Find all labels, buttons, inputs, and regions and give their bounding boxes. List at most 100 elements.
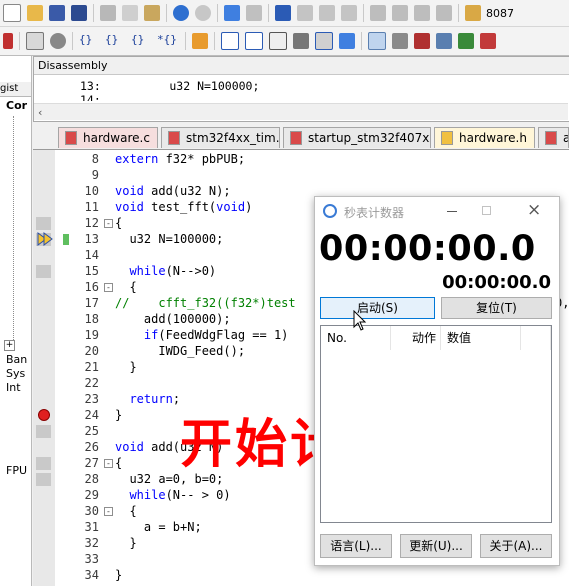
about-button[interactable]: 关于(A)... <box>480 534 552 558</box>
c-file-icon <box>65 131 77 145</box>
code-line: } <box>115 568 123 582</box>
disassembly-line-num: 13: <box>80 79 101 93</box>
line-number: 25 <box>84 424 99 438</box>
find-in-files-icon[interactable] <box>465 5 481 21</box>
line-number: 27 <box>84 456 99 470</box>
bookmark-next-icon[interactable] <box>319 5 335 21</box>
toolbar-separator <box>93 4 94 22</box>
unindent-icon[interactable] <box>392 5 408 21</box>
line-number: 22 <box>84 376 99 390</box>
disassembly-window-icon[interactable] <box>245 32 263 50</box>
step-into-icon[interactable]: {} <box>79 33 99 49</box>
fold-toggle-icon[interactable]: - <box>104 283 113 292</box>
language-button[interactable]: 语言(L)... <box>320 534 392 558</box>
line-number: 10 <box>84 184 99 198</box>
registers-panel: gist Cor + Ban Sys Int FPU <box>0 56 32 586</box>
register-item[interactable]: Ban <box>6 353 27 366</box>
stopwatch-window: 秒表计数器 × 00:00:00.0 00:00:00.0 启动(S) 复位(T… <box>314 196 560 566</box>
tab-hardware-c[interactable]: hardware.c <box>58 127 158 148</box>
paste-icon[interactable] <box>144 5 160 21</box>
tab-label: hardware.c <box>83 131 150 145</box>
scroll-left-icon[interactable]: ‹ <box>38 106 42 119</box>
reset-button[interactable]: 复位(T) <box>441 297 552 319</box>
breakpoint-icon[interactable] <box>38 409 50 421</box>
trace-window-icon[interactable] <box>436 33 452 49</box>
memory-window-icon[interactable] <box>368 32 386 50</box>
h-file-icon <box>441 131 453 145</box>
serial-window-icon[interactable] <box>392 33 408 49</box>
bookmark-clear-icon[interactable] <box>341 5 357 21</box>
stopwatch-titlebar[interactable]: 秒表计数器 × <box>315 197 559 227</box>
run-to-line-icon[interactable]: *{} <box>157 33 179 49</box>
column-header-action[interactable]: 动作 <box>391 326 441 350</box>
redo-icon[interactable] <box>195 5 211 21</box>
toolbar-separator <box>217 4 218 22</box>
nav-forward-icon[interactable] <box>246 5 262 21</box>
cut-icon[interactable] <box>100 5 116 21</box>
registers-window-icon[interactable] <box>293 33 309 49</box>
line-number: 9 <box>91 168 99 182</box>
analysis-window-icon[interactable] <box>414 33 430 49</box>
step-out-icon[interactable]: {} <box>131 33 151 49</box>
gutter-marker <box>36 425 51 438</box>
run-to-cursor-icon[interactable] <box>3 33 13 49</box>
comment-icon[interactable] <box>414 5 430 21</box>
nav-back-icon[interactable] <box>224 5 240 21</box>
stop-icon[interactable] <box>50 33 66 49</box>
register-item[interactable]: FPU <box>6 464 27 477</box>
show-next-statement-icon[interactable] <box>192 33 208 49</box>
tab-startup-s[interactable]: startup_stm32f407xx.s <box>283 127 431 148</box>
register-item[interactable]: Sys <box>6 367 25 380</box>
horizontal-scrollbar[interactable]: ‹ <box>34 103 568 120</box>
watch-window-icon[interactable] <box>339 33 355 49</box>
call-stack-icon[interactable] <box>315 32 333 50</box>
code-line: { <box>115 504 137 518</box>
tab-more[interactable]: a <box>538 127 569 148</box>
fold-toggle-icon[interactable]: - <box>104 507 113 516</box>
line-number: 28 <box>84 472 99 486</box>
line-number: 24 <box>84 408 99 422</box>
breakpoint-gutter[interactable] <box>33 150 55 586</box>
update-button[interactable]: 更新(U)... <box>400 534 472 558</box>
start-button[interactable]: 启动(S) <box>320 297 435 319</box>
register-item[interactable]: Int <box>6 381 21 394</box>
gutter-marker <box>36 265 51 278</box>
close-icon[interactable]: × <box>527 200 541 220</box>
step-over-icon[interactable]: {} <box>105 33 125 49</box>
copy-icon[interactable] <box>122 5 138 21</box>
code-line: extern f32* pbPUB; <box>115 152 246 166</box>
expand-plus-icon[interactable]: + <box>4 340 15 351</box>
disassembly-window: Disassembly 13: u32 N=100000; 14: ‹ <box>33 56 569 122</box>
bookmark-icon[interactable] <box>275 5 291 21</box>
fold-toggle-icon[interactable]: - <box>104 219 113 228</box>
line-number: 14 <box>84 248 99 262</box>
line-number: 13 <box>84 232 99 246</box>
fold-toggle-icon[interactable]: - <box>104 459 113 468</box>
save-icon[interactable] <box>49 5 65 21</box>
indent-icon[interactable] <box>370 5 386 21</box>
open-folder-icon[interactable] <box>27 5 43 21</box>
lap-list[interactable]: No. 动作 数值 <box>320 325 552 523</box>
column-header-value[interactable]: 数值 <box>441 326 521 350</box>
uncomment-icon[interactable] <box>436 5 452 21</box>
system-viewer-icon[interactable] <box>458 33 474 49</box>
tab-hardware-h[interactable]: hardware.h <box>434 127 535 148</box>
lap-timer-display: 00:00:00.0 <box>442 272 551 293</box>
symbols-window-icon[interactable] <box>269 32 287 50</box>
code-line: u32 N=100000; <box>115 232 224 246</box>
registers-panel-tab[interactable]: gist <box>0 82 31 97</box>
minimize-icon[interactable] <box>447 211 457 212</box>
bookmark-prev-icon[interactable] <box>297 5 313 21</box>
toolbar-debug: {} {} {} *{} <box>0 27 569 56</box>
maximize-icon[interactable] <box>482 206 491 215</box>
reset-icon[interactable] <box>26 32 44 50</box>
gutter-marker <box>36 217 51 230</box>
command-window-icon[interactable] <box>221 32 239 50</box>
undo-icon[interactable] <box>173 5 189 21</box>
toolbox-icon[interactable] <box>480 33 496 49</box>
save-all-icon[interactable] <box>71 5 87 21</box>
tab-stm32f4xx-tim-c[interactable]: stm32f4xx_tim.c <box>161 127 280 148</box>
new-file-icon[interactable] <box>3 4 21 22</box>
line-number: 12 <box>84 216 99 230</box>
code-line: return; <box>129 392 181 406</box>
